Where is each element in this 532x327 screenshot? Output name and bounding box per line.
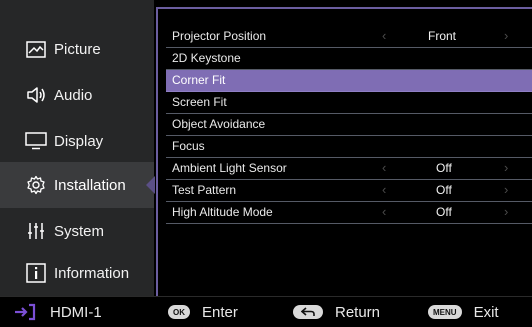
sidebar-item-installation[interactable]: Installation [0, 162, 155, 208]
menu-row-high-altitude-mode[interactable]: High Altitude Mode ‹ Off › [166, 202, 532, 224]
chevron-left-icon[interactable]: ‹ [382, 204, 386, 219]
footer-bar: HDMI-1 OK Enter Return MENU Exit [0, 296, 532, 327]
vertical-divider [156, 7, 158, 296]
menu-row-projector-position[interactable]: Projector Position ‹ Front › [166, 26, 532, 48]
info-icon [25, 262, 47, 284]
sidebar-item-information[interactable]: Information [0, 250, 154, 296]
menu-row-label: Ambient Light Sensor [172, 161, 287, 175]
menu-row-screen-fit[interactable]: Screen Fit [166, 92, 532, 114]
menu-row-value: Front [428, 29, 457, 43]
menu-row-label: Focus [172, 139, 205, 153]
sidebar-item-display[interactable]: Display [0, 118, 154, 164]
chevron-left-icon[interactable]: ‹ [382, 160, 386, 175]
return-key-icon [293, 305, 323, 319]
menu-row-corner-fit[interactable]: Corner Fit [166, 70, 532, 92]
enter-label: Enter [202, 303, 238, 321]
menu-row-focus[interactable]: Focus [166, 136, 532, 158]
menu-row-object-avoidance[interactable]: Object Avoidance [166, 114, 532, 136]
menu-row-value: Off [436, 161, 452, 175]
chevron-right-icon[interactable]: › [504, 160, 508, 175]
menu-row-label: Screen Fit [172, 95, 227, 109]
return-label: Return [335, 303, 381, 321]
sidebar: Picture Audio Display Installation Syste… [0, 0, 155, 296]
sidebar-item-picture[interactable]: Picture [0, 26, 154, 72]
menu-row-label: Test Pattern [172, 183, 237, 197]
menu-row-value: Off [436, 205, 452, 219]
menu-row-value: Off [436, 183, 452, 197]
chevron-right-icon[interactable]: › [504, 182, 508, 197]
menu-key-icon: MENU [428, 305, 462, 319]
sidebar-item-label: Picture [54, 40, 101, 58]
return-hint: Return [293, 297, 380, 327]
source-label: HDMI-1 [50, 303, 102, 321]
sidebar-item-audio[interactable]: Audio [0, 72, 154, 118]
menu-row-label: High Altitude Mode [172, 205, 273, 219]
ok-key-icon: OK [168, 305, 190, 319]
source-indicator: HDMI-1 [14, 297, 102, 327]
sidebar-item-label: Installation [54, 176, 126, 194]
menu-row-ambient-light-sensor[interactable]: Ambient Light Sensor ‹ Off › [166, 158, 532, 180]
chevron-left-icon[interactable]: ‹ [382, 28, 386, 43]
menu-row-test-pattern[interactable]: Test Pattern ‹ Off › [166, 180, 532, 202]
top-divider [156, 7, 532, 9]
enter-hint: OK Enter [168, 297, 238, 327]
sidebar-item-label: Display [54, 132, 104, 150]
gear-icon [25, 174, 47, 196]
monitor-icon [25, 130, 47, 152]
menu-row-label: Corner Fit [172, 73, 226, 87]
sliders-icon [25, 220, 47, 242]
exit-label: Exit [473, 303, 499, 321]
sidebar-item-label: System [54, 222, 105, 240]
chevron-right-icon[interactable]: › [504, 204, 508, 219]
active-indicator [146, 176, 155, 194]
input-arrow-icon [14, 303, 36, 321]
sidebar-item-system[interactable]: System [0, 208, 154, 254]
exit-hint: MENU Exit [428, 297, 499, 327]
menu-row-label: Projector Position [172, 29, 267, 43]
speaker-icon [25, 84, 47, 106]
menu-row-label: 2D Keystone [172, 51, 241, 65]
sidebar-item-label: Audio [54, 86, 93, 104]
menu-row-label: Object Avoidance [172, 117, 266, 131]
menu-row-2d-keystone[interactable]: 2D Keystone [166, 48, 532, 70]
projector-osd: Picture Audio Display Installation Syste… [0, 0, 532, 327]
sidebar-item-label: Information [54, 264, 130, 282]
chevron-right-icon[interactable]: › [504, 28, 508, 43]
picture-icon [25, 38, 47, 60]
chevron-left-icon[interactable]: ‹ [382, 182, 386, 197]
